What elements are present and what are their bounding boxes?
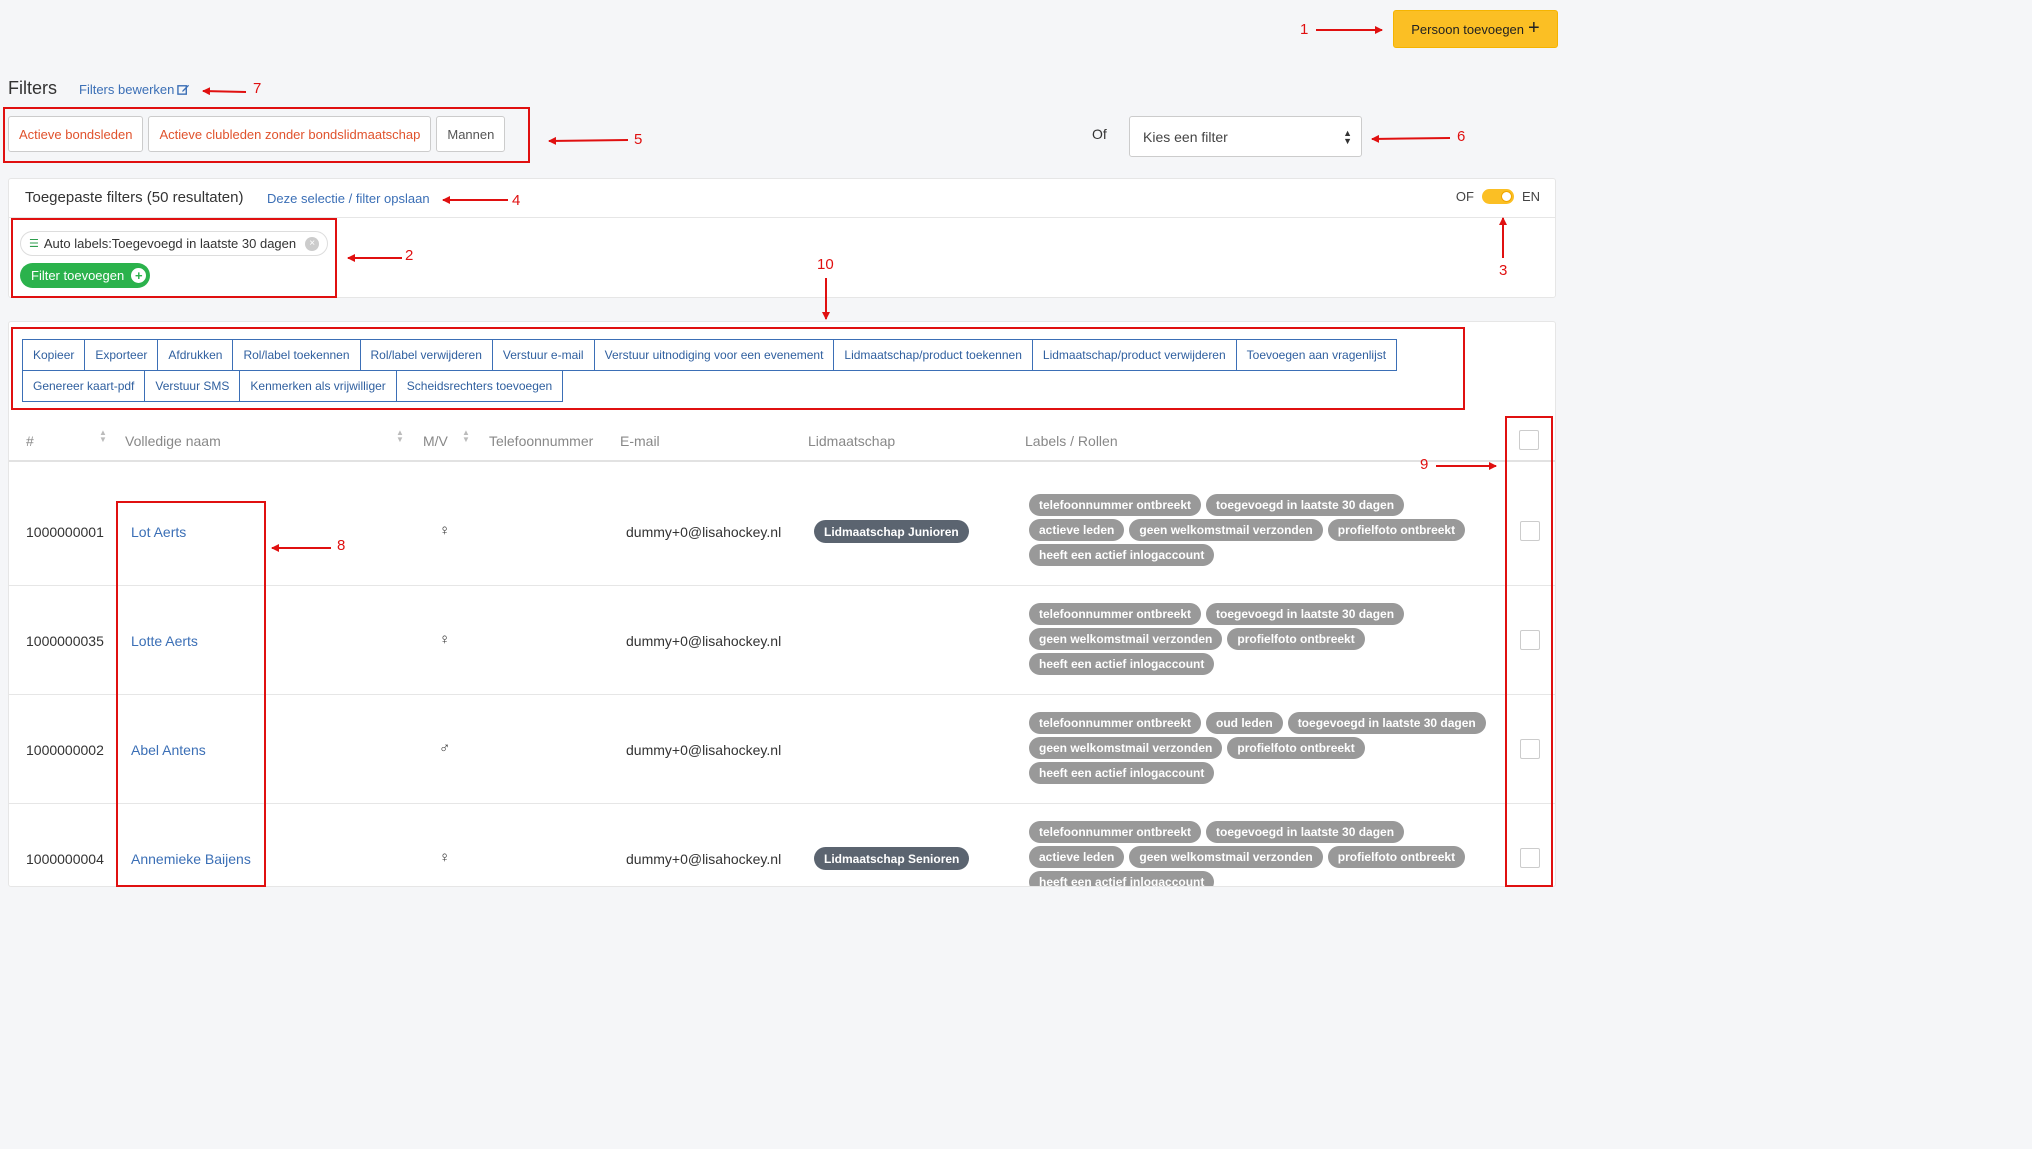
label-badge: toegevoegd in laatste 30 dagen xyxy=(1206,821,1405,843)
row-labels: telefoonnummer ontbreekt toegevoegd in l… xyxy=(1029,494,1489,566)
header-email[interactable]: E-mail xyxy=(620,433,660,449)
header-name[interactable]: Volledige naam xyxy=(125,433,221,449)
label-badge: profielfoto ontbreekt xyxy=(1327,846,1466,868)
label-badge: profielfoto ontbreekt xyxy=(1227,737,1365,759)
label-badge: toegevoegd in laatste 30 dagen xyxy=(1206,494,1405,516)
annotation-number-6: 6 xyxy=(1457,128,1466,145)
label-badge: actieve leden xyxy=(1029,519,1125,541)
or-label: Of xyxy=(1092,126,1107,142)
row-id: 1000000001 xyxy=(26,524,104,540)
header-labels[interactable]: Labels / Rollen xyxy=(1025,433,1118,449)
annotation-box-2 xyxy=(11,218,337,298)
row-email: dummy+0@lisahockey.nl xyxy=(626,851,782,867)
female-icon: ♀ xyxy=(439,849,451,866)
annotation-number-3: 3 xyxy=(1499,262,1508,279)
label-badge: telefoonnummer ontbreekt xyxy=(1029,712,1202,734)
label-badge: actieve leden xyxy=(1029,846,1125,868)
label-badge: telefoonnummer ontbreekt xyxy=(1029,603,1202,625)
applied-filters-header: Toegepaste filters (50 resultaten) Deze … xyxy=(9,179,1555,218)
annotation-box-8 xyxy=(116,501,266,887)
row-labels: telefoonnummer ontbreekt toegevoegd in l… xyxy=(1029,603,1489,675)
edit-icon xyxy=(177,84,190,95)
toggle-or-label: OF xyxy=(1455,189,1474,204)
filter-select-value: Kies een filter xyxy=(1143,128,1228,145)
label-badge: geen welkomstmail verzonden xyxy=(1029,628,1223,650)
row-labels: telefoonnummer ontbreekt oud leden toege… xyxy=(1029,712,1489,784)
label-badge: telefoonnummer ontbreekt xyxy=(1029,821,1202,843)
header-membership[interactable]: Lidmaatschap xyxy=(808,433,895,449)
toggle-and-label: EN xyxy=(1521,189,1540,204)
arrow-5 xyxy=(548,136,629,145)
applied-filters-title: Toegepaste filters (50 resultaten) xyxy=(25,189,244,206)
sort-icon[interactable]: ▲ ▼ xyxy=(396,429,404,444)
add-person-label: Persoon toevoegen xyxy=(1411,21,1525,37)
annotation-box-5 xyxy=(3,107,530,163)
row-id: 1000000035 xyxy=(26,633,104,649)
membership-badge: Lidmaatschap Junioren xyxy=(814,520,969,543)
sort-icon[interactable]: ▲ ▼ xyxy=(462,429,470,444)
label-badge: heeft een actief inlogaccount xyxy=(1029,653,1215,675)
male-icon: ♂ xyxy=(439,740,451,757)
annotation-number-1: 1 xyxy=(1300,21,1309,38)
save-selection-link[interactable]: Deze selectie / filter opslaan xyxy=(267,191,430,206)
edit-filters-label: Filters bewerken xyxy=(79,82,175,97)
row-email: dummy+0@lisahockey.nl xyxy=(626,633,782,649)
annotation-box-9 xyxy=(1505,416,1553,887)
label-badge: telefoonnummer ontbreekt xyxy=(1029,494,1202,516)
label-badge: oud leden xyxy=(1206,712,1283,734)
label-badge: profielfoto ontbreekt xyxy=(1327,519,1466,541)
annotation-number-9: 9 xyxy=(1420,456,1429,473)
plus-icon: + xyxy=(1528,16,1540,39)
annotation-number-2: 2 xyxy=(405,247,414,264)
annotation-number-8: 8 xyxy=(337,537,346,554)
filters-title: Filters xyxy=(8,78,57,98)
add-person-button[interactable]: Persoon toevoegen + xyxy=(1393,10,1558,48)
annotation-number-7: 7 xyxy=(253,80,262,97)
label-badge: toegevoegd in laatste 30 dagen xyxy=(1287,712,1486,734)
and-or-toggle[interactable] xyxy=(1481,189,1514,204)
annotation-number-4: 4 xyxy=(512,192,521,209)
annotation-number-10: 10 xyxy=(817,256,834,273)
edit-filters-link[interactable]: Filters bewerken xyxy=(79,82,190,97)
row-labels: telefoonnummer ontbreekt toegevoegd in l… xyxy=(1029,821,1489,886)
filter-select[interactable]: Kies een filter ▲ ▼ xyxy=(1129,116,1362,157)
label-badge: geen welkomstmail verzonden xyxy=(1029,737,1223,759)
table-header: # ▲ ▼ Volledige naam ▲ ▼ M/V ▲ ▼ Telefoonnu… xyxy=(9,420,1555,462)
toggle-knob xyxy=(1500,191,1512,202)
label-badge: heeft een actief inlogaccount xyxy=(1029,762,1215,784)
header-phone[interactable]: Telefoonnummer xyxy=(489,433,593,449)
row-email: dummy+0@lisahockey.nl xyxy=(626,742,782,758)
label-badge: geen welkomstmail verzonden xyxy=(1129,519,1323,541)
arrow-6 xyxy=(1371,134,1451,143)
annotation-box-10 xyxy=(11,327,1465,410)
row-email: dummy+0@lisahockey.nl xyxy=(626,524,782,540)
select-caret-icon: ▲ ▼ xyxy=(1343,128,1352,146)
label-badge: heeft een actief inlogaccount xyxy=(1029,871,1215,886)
label-badge: geen welkomstmail verzonden xyxy=(1129,846,1323,868)
row-id: 1000000002 xyxy=(26,742,104,758)
row-id: 1000000004 xyxy=(26,851,104,867)
label-badge: heeft een actief inlogaccount xyxy=(1029,544,1215,566)
header-gender[interactable]: M/V xyxy=(423,433,448,449)
label-badge: profielfoto ontbreekt xyxy=(1227,628,1365,650)
label-badge: toegevoegd in laatste 30 dagen xyxy=(1206,603,1405,625)
header-id[interactable]: # xyxy=(26,433,34,449)
female-icon: ♀ xyxy=(439,522,451,539)
and-or-toggle-group: OF EN xyxy=(1456,189,1540,204)
arrow-7 xyxy=(202,87,247,96)
female-icon: ♀ xyxy=(439,631,451,648)
membership-badge: Lidmaatschap Senioren xyxy=(814,847,970,870)
annotation-number-5: 5 xyxy=(634,131,643,148)
sort-icon[interactable]: ▲ ▼ xyxy=(99,429,107,444)
